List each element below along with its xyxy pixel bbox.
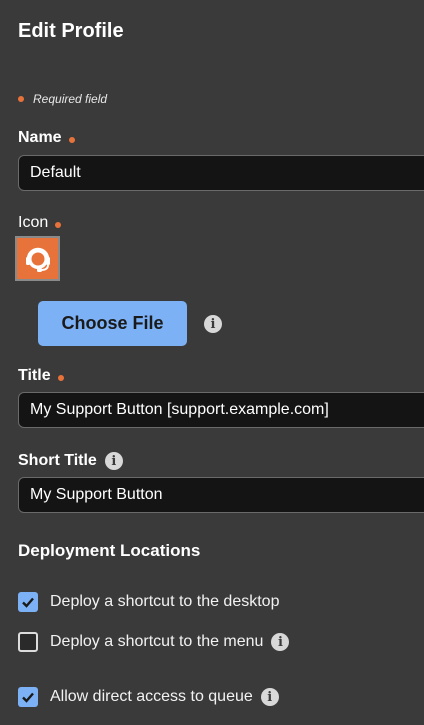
- deploy-menu-label: Deploy a shortcut to the menu: [50, 633, 264, 650]
- deploy-desktop-checkbox[interactable]: [18, 592, 38, 612]
- required-note-text: Required field: [33, 92, 108, 106]
- short-title-label-text: Short Title: [18, 452, 97, 469]
- name-label-text: Name: [18, 129, 62, 146]
- name-input[interactable]: [18, 155, 424, 191]
- direct-queue-option[interactable]: Allow direct access to queue i: [18, 687, 279, 707]
- short-title-label: Short Title i: [18, 452, 123, 470]
- required-dot-icon: [18, 96, 24, 102]
- checkmark-icon: [22, 597, 34, 608]
- title-label: Title: [18, 367, 64, 385]
- deploy-menu-checkbox[interactable]: [18, 632, 38, 652]
- icon-label: Icon: [18, 214, 62, 232]
- required-dot-icon: [57, 374, 64, 381]
- title-label-text: Title: [18, 367, 51, 384]
- info-icon[interactable]: i: [104, 452, 123, 470]
- info-icon[interactable]: i: [204, 315, 222, 333]
- info-icon[interactable]: i: [271, 633, 290, 651]
- checkmark-icon: [22, 692, 34, 703]
- page-title: Edit Profile: [18, 20, 124, 42]
- deploy-menu-option[interactable]: Deploy a shortcut to the menu i: [18, 632, 290, 652]
- info-icon[interactable]: i: [260, 688, 279, 706]
- profile-icon-preview: [15, 236, 60, 281]
- headset-icon: [25, 247, 50, 272]
- direct-queue-label: Allow direct access to queue: [50, 688, 253, 705]
- title-input[interactable]: [18, 392, 424, 428]
- name-label: Name: [18, 129, 75, 147]
- short-title-input[interactable]: [18, 477, 424, 513]
- required-dot-icon: [68, 136, 75, 143]
- deploy-desktop-label: Deploy a shortcut to the desktop: [50, 593, 280, 610]
- required-field-note: Required field: [18, 92, 107, 106]
- direct-queue-checkbox[interactable]: [18, 687, 38, 707]
- choose-file-button[interactable]: Choose File: [38, 301, 187, 346]
- deployment-locations-heading: Deployment Locations: [18, 541, 201, 560]
- required-dot-icon: [55, 221, 62, 228]
- deploy-desktop-option[interactable]: Deploy a shortcut to the desktop: [18, 592, 279, 612]
- icon-label-text: Icon: [18, 214, 49, 231]
